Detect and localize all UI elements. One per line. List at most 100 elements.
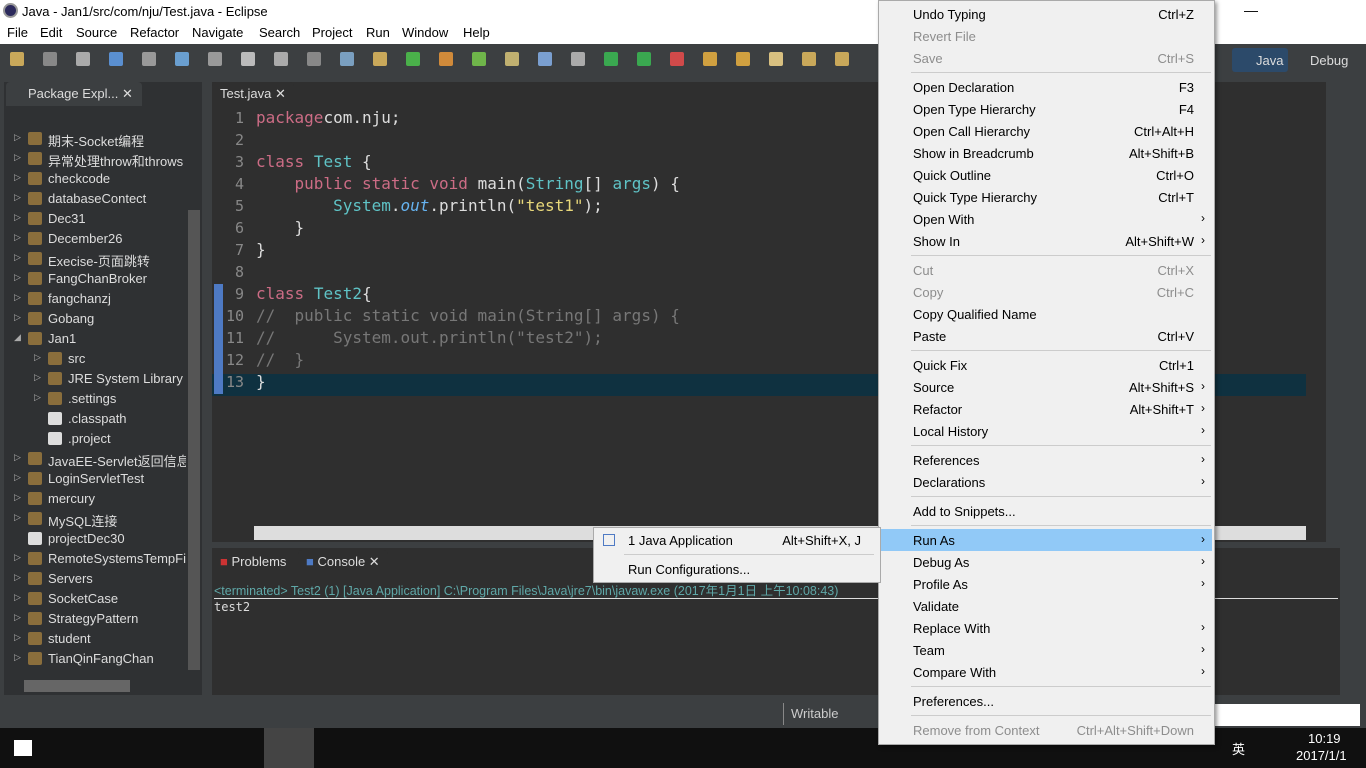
horizontal-scrollbar[interactable] [24,680,130,692]
tree-item[interactable]: ▷ checkcode [4,169,186,189]
toolbar-button-icon[interactable] [10,52,24,66]
chevron-down-icon[interactable]: ◢ [14,332,21,343]
menu-item-replace-with[interactable]: Replace With › [881,617,1212,639]
menu-item-profile-as[interactable]: Profile As › [881,573,1212,595]
code-line[interactable]: class Test { [256,152,372,171]
toolbar-button-icon[interactable] [340,52,354,66]
perspective-debug[interactable]: Debug [1310,53,1348,68]
menu-item-remove-from-context[interactable]: Remove from Context Ctrl+Alt+Shift+Down [881,719,1212,741]
toolbar-button-icon[interactable] [835,52,849,66]
code-line[interactable]: } [256,240,266,259]
code-line[interactable]: // public static void main(String[] args… [256,306,680,325]
vertical-scrollbar[interactable] [188,210,200,670]
menu-item-team[interactable]: Team › [881,639,1212,661]
toolbar-button-icon[interactable] [208,52,222,66]
close-icon[interactable]: ✕ [122,86,133,101]
toolbar-button-icon[interactable] [241,52,255,66]
toolbar-button-icon[interactable] [802,52,816,66]
menu-run[interactable]: Run [366,25,390,40]
menu-edit[interactable]: Edit [40,25,62,40]
tree-item[interactable]: ◢ Jan1 [4,329,186,349]
menu-item-declarations[interactable]: Declarations › [881,471,1212,493]
tree-item[interactable]: ▷ fangchanzj [4,289,186,309]
chevron-right-icon[interactable]: ▷ [14,212,21,223]
chevron-right-icon[interactable]: ▷ [14,552,21,563]
menu-item-quick-outline[interactable]: Quick Outline Ctrl+O [881,164,1212,186]
menu-item-debug-as[interactable]: Debug As › [881,551,1212,573]
chevron-right-icon[interactable]: ▷ [14,272,21,283]
toolbar-button-icon[interactable] [571,52,585,66]
chevron-right-icon[interactable]: ▷ [14,192,21,203]
submenu-item[interactable]: 1 Java Application Alt+Shift+X, J [595,529,879,551]
toolbar-button-icon[interactable] [406,52,420,66]
tree-item[interactable]: ▷ 期末-Socket编程 [4,129,186,149]
toolbar-button-icon[interactable] [703,52,717,66]
tree-item[interactable]: .project [4,429,186,449]
toolbar-button-icon[interactable] [307,52,321,66]
code-line[interactable]: } [256,218,305,237]
toolbar-button-icon[interactable] [538,52,552,66]
toolbar-button-icon[interactable] [637,52,651,66]
chevron-right-icon[interactable]: ▷ [14,592,21,603]
ime-indicator[interactable]: 英 [1232,739,1245,758]
menu-item-revert-file[interactable]: Revert File [881,25,1212,47]
tree-item[interactable]: ▷ 异常处理throw和throws [4,149,186,169]
menu-item-local-history[interactable]: Local History › [881,420,1212,442]
toolbar-button-icon[interactable] [439,52,453,66]
menu-search[interactable]: Search [259,25,300,40]
chevron-right-icon[interactable]: ▷ [14,612,21,623]
menu-file[interactable]: File [7,25,28,40]
code-line[interactable]: class Test2{ [256,284,372,303]
tree-item[interactable]: ▷ Dec31 [4,209,186,229]
tab-problems[interactable]: ■ Problems [212,550,294,574]
menu-item-source[interactable]: Source Alt+Shift+S › [881,376,1212,398]
minimize-button[interactable]: — [1244,2,1258,18]
clock-date[interactable]: 2017/1/1 [1296,748,1347,763]
tab-test-java[interactable]: Test.java ✕ [212,82,294,106]
menu-item-show-in[interactable]: Show In Alt+Shift+W › [881,230,1212,252]
toolbar-button-icon[interactable] [43,52,57,66]
tree-item[interactable]: ▷ student [4,629,186,649]
menu-item-refactor[interactable]: Refactor Alt+Shift+T › [881,398,1212,420]
toolbar-button-icon[interactable] [76,52,90,66]
toolbar-button-icon[interactable] [505,52,519,66]
menu-item-references[interactable]: References › [881,449,1212,471]
menu-navigate[interactable]: Navigate [192,25,243,40]
code-line[interactable]: // } [256,350,304,369]
tree-item[interactable]: ▷ StrategyPattern [4,609,186,629]
toolbar-button-icon[interactable] [670,52,684,66]
clock-time[interactable]: 10:19 [1308,731,1341,746]
tree-item[interactable]: ▷ databaseContect [4,189,186,209]
menu-window[interactable]: Window [402,25,448,40]
toolbar-button-icon[interactable] [769,52,783,66]
tab-console[interactable]: ■ Console ✕ [298,550,388,574]
toolbar-button-icon[interactable] [604,52,618,66]
ime-toolbar[interactable] [1215,704,1360,726]
submenu-item[interactable]: Run Configurations... [595,558,879,580]
tree-item[interactable]: ▷ .settings [4,389,186,409]
chevron-right-icon[interactable]: ▷ [14,172,21,183]
menu-item-compare-with[interactable]: Compare With › [881,661,1212,683]
chevron-right-icon[interactable]: ▷ [14,632,21,643]
chevron-right-icon[interactable]: ▷ [14,472,21,483]
tree-item[interactable]: ▷ mercury [4,489,186,509]
tree-item[interactable]: ▷ LoginServletTest [4,469,186,489]
menu-help[interactable]: Help [463,25,490,40]
menu-item-show-in-breadcrumb[interactable]: Show in Breadcrumb Alt+Shift+B [881,142,1212,164]
menu-item-add-to-snippets[interactable]: Add to Snippets... [881,500,1212,522]
toolbar-button-icon[interactable] [373,52,387,66]
code-line[interactable]: System.out.println("test1"); [256,196,603,215]
toolbar-button-icon[interactable] [109,52,123,66]
chevron-right-icon[interactable]: ▷ [14,452,21,463]
menu-item-cut[interactable]: Cut Ctrl+X [881,259,1212,281]
tree-item[interactable]: ▷ SocketCase [4,589,186,609]
menu-item-copy-qualified-name[interactable]: Copy Qualified Name [881,303,1212,325]
menu-item-open-with[interactable]: Open With › [881,208,1212,230]
tree-item[interactable]: ▷ JavaEE-Servlet返回信息 [4,449,186,469]
tree-item[interactable]: projectDec30 [4,529,186,549]
tree-item[interactable]: ▷ RemoteSystemsTempFil [4,549,186,569]
code-line[interactable]: } [256,372,266,391]
code-line[interactable]: // System.out.println("test2"); [256,328,603,347]
eclipse-taskbar-button[interactable] [264,728,314,768]
tab-package-explorer[interactable]: Package Expl... ✕ [6,82,142,106]
